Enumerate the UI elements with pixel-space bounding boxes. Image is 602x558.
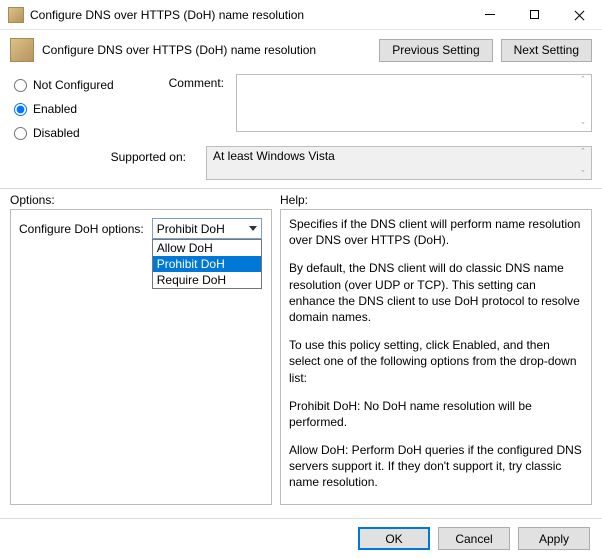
titlebar: Configure DNS over HTTPS (DoH) name reso… <box>0 0 602 30</box>
apply-button[interactable]: Apply <box>518 527 590 550</box>
dialog-buttons: OK Cancel Apply <box>0 518 602 558</box>
previous-setting-button[interactable]: Previous Setting <box>379 39 492 62</box>
next-setting-button[interactable]: Next Setting <box>501 39 592 62</box>
scrollbar[interactable]: ˆˇ <box>575 147 591 179</box>
dropdown-item-prohibit[interactable]: Prohibit DoH <box>153 256 261 272</box>
radio-enabled[interactable]: Enabled <box>14 102 134 116</box>
radio-disabled-input[interactable] <box>14 127 27 140</box>
options-panel: Configure DoH options: Prohibit DoH Allo… <box>10 209 272 505</box>
supported-on-value: At least Windows Vista <box>213 149 335 163</box>
help-text: By default, the DNS client will do class… <box>289 260 583 325</box>
chevron-down-icon: ˇ <box>582 121 585 131</box>
window-buttons <box>467 1 602 29</box>
supported-on-value-box: At least Windows Vista ˆˇ <box>206 146 592 180</box>
dropdown-item-require[interactable]: Require DoH <box>153 272 261 288</box>
help-text: Allow DoH: Perform DoH queries if the co… <box>289 442 583 491</box>
help-panel[interactable]: Specifies if the DNS client will perform… <box>280 209 592 505</box>
comment-label: Comment: <box>154 74 224 140</box>
close-button[interactable] <box>557 1 602 29</box>
state-radiogroup: Not Configured Enabled Disabled <box>14 74 134 140</box>
policy-icon <box>8 7 24 23</box>
radio-disabled[interactable]: Disabled <box>14 126 134 140</box>
comment-textarea[interactable]: ˆˇ <box>236 74 592 132</box>
help-text: Prohibit DoH: No DoH name resolution wil… <box>289 398 583 430</box>
radio-not-configured-input[interactable] <box>14 79 27 92</box>
chevron-up-icon: ˆ <box>582 75 585 85</box>
cancel-button[interactable]: Cancel <box>438 527 510 550</box>
radio-label: Enabled <box>33 102 77 116</box>
header: Configure DNS over HTTPS (DoH) name reso… <box>0 30 602 70</box>
chevron-down-icon: ˇ <box>582 169 585 179</box>
policy-icon <box>10 38 34 62</box>
options-heading: Options: <box>10 193 280 207</box>
maximize-button[interactable] <box>512 1 557 29</box>
help-text: Specifies if the DNS client will perform… <box>289 216 583 248</box>
doh-options-dropdown[interactable]: Allow DoH Prohibit DoH Require DoH <box>152 239 262 289</box>
radio-label: Not Configured <box>33 78 114 92</box>
combobox-value: Prohibit DoH <box>157 222 225 236</box>
supported-on-label: Supported on: <box>14 146 186 180</box>
chevron-up-icon: ˆ <box>582 147 585 157</box>
radio-enabled-input[interactable] <box>14 103 27 116</box>
dropdown-item-allow[interactable]: Allow DoH <box>153 240 261 256</box>
configure-doh-label: Configure DoH options: <box>19 222 144 236</box>
scrollbar[interactable]: ˆˇ <box>575 75 591 131</box>
help-text: Require DoH: Allow only DoH name resolut… <box>289 503 583 505</box>
minimize-button[interactable] <box>467 1 512 29</box>
window-title: Configure DNS over HTTPS (DoH) name reso… <box>30 8 467 22</box>
policy-title: Configure DNS over HTTPS (DoH) name reso… <box>42 43 371 57</box>
radio-not-configured[interactable]: Not Configured <box>14 78 134 92</box>
help-heading: Help: <box>280 193 308 207</box>
ok-button[interactable]: OK <box>358 527 430 550</box>
doh-options-combobox[interactable]: Prohibit DoH <box>152 218 262 239</box>
radio-label: Disabled <box>33 126 80 140</box>
help-text: To use this policy setting, click Enable… <box>289 337 583 386</box>
